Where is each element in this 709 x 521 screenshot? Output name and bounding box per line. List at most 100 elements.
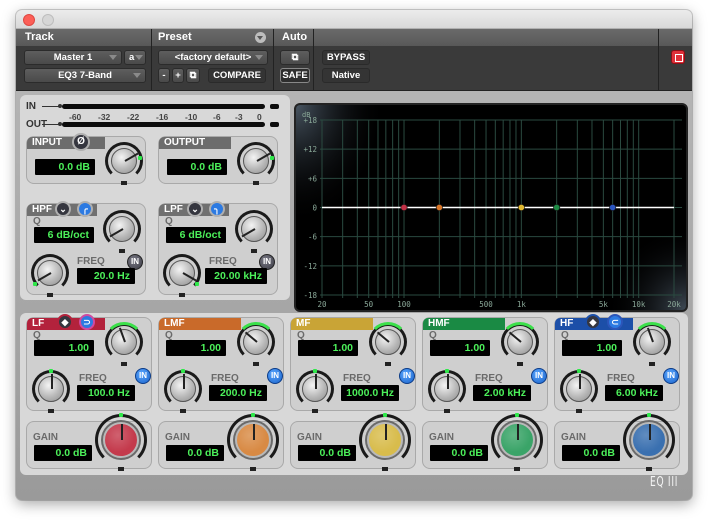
- lmf-freq-display[interactable]: 200.0 Hz: [209, 385, 267, 401]
- band-node-lmf[interactable]: [435, 204, 443, 212]
- hf-q-knob[interactable]: [632, 322, 672, 366]
- hmf-gain-display[interactable]: 0.0 dB: [430, 445, 488, 461]
- lowpass-shape-button[interactable]: ╮: [209, 201, 225, 217]
- notch-icon: ⌄: [59, 204, 67, 214]
- input-gain-knob[interactable]: [105, 142, 143, 185]
- output-clip-indicator[interactable]: [270, 122, 279, 127]
- output-gain-knob[interactable]: [237, 142, 275, 185]
- lf-freq-knob[interactable]: [32, 369, 70, 413]
- automation-button[interactable]: ⧉: [280, 50, 310, 65]
- hf-in-button[interactable]: IN: [663, 368, 679, 384]
- hpf-slope-knob[interactable]: [103, 210, 141, 253]
- lmf-gain-knob[interactable]: [227, 413, 279, 471]
- notch-shape-button[interactable]: ⌄: [187, 201, 203, 217]
- next-preset-button[interactable]: +: [172, 68, 184, 83]
- mf-gain-display[interactable]: 0.0 dB: [298, 445, 356, 461]
- knob-pointer: [447, 373, 449, 389]
- lf-gain-section: GAIN 0.0 dB: [26, 413, 152, 471]
- band-node-mf[interactable]: [517, 204, 525, 212]
- mf-q-display[interactable]: 1.00: [298, 340, 358, 356]
- hf-gain-display[interactable]: 0.0 dB: [562, 445, 620, 461]
- meter-tick: -60: [69, 112, 82, 122]
- input-clip-indicator[interactable]: [270, 104, 279, 109]
- preset-selector[interactable]: <factory default>: [158, 50, 268, 65]
- hf-freq-display[interactable]: 6.00 kHz: [605, 385, 663, 401]
- close-window-button[interactable]: [23, 14, 35, 26]
- lmf-q-display[interactable]: 1.00: [166, 340, 226, 356]
- lf-q-display[interactable]: 1.00: [34, 340, 94, 356]
- knob-led: [119, 413, 123, 417]
- lf-q-knob[interactable]: [104, 322, 144, 366]
- eq-graph[interactable]: dB +18 +12 +6 0 -6 -12 -18 20 50 100 500 1k 5k 10k 20k: [294, 103, 688, 312]
- hpf-slope-display[interactable]: 6 dB/oct: [34, 227, 94, 243]
- knob-foot: [646, 467, 652, 471]
- lf-freq-display[interactable]: 100.0 Hz: [77, 385, 135, 401]
- hf-freq-knob[interactable]: [560, 369, 598, 413]
- compare-button[interactable]: COMPARE: [208, 68, 266, 83]
- hmf-freq-knob[interactable]: [428, 369, 466, 413]
- track-selector[interactable]: Master 1: [24, 50, 122, 65]
- highpass-shape-button[interactable]: ╭: [77, 201, 93, 217]
- hmf-q-display[interactable]: 1.00: [430, 340, 490, 356]
- hf-q-display[interactable]: 1.00: [562, 340, 622, 356]
- lf-in-button[interactable]: IN: [135, 368, 151, 384]
- lpf-slope-display[interactable]: 6 dB/oct: [166, 227, 226, 243]
- previous-preset-button[interactable]: -: [158, 68, 170, 83]
- track-slot-selector[interactable]: a: [124, 50, 146, 65]
- knob-foot: [47, 293, 53, 297]
- hmf-freq-display[interactable]: 2.00 kHz: [473, 385, 531, 401]
- band-node-hf[interactable]: [609, 204, 617, 212]
- band-node-lf[interactable]: [400, 204, 408, 212]
- shelf-shape-button[interactable]: ⊃: [79, 314, 95, 330]
- mf-in-button[interactable]: IN: [399, 368, 415, 384]
- peak-icon: ◆: [61, 317, 69, 327]
- hmf-in-button[interactable]: IN: [531, 368, 547, 384]
- safe-button[interactable]: SAFE: [280, 68, 310, 83]
- lpf-freq-display[interactable]: 20.00 kHz: [205, 268, 267, 284]
- preset-menu-button[interactable]: [255, 32, 266, 43]
- band-node-hmf[interactable]: [553, 204, 561, 212]
- input-gain-display[interactable]: 0.0 dB: [35, 159, 95, 175]
- native-indicator[interactable]: Native: [322, 68, 370, 83]
- lmf-in-button[interactable]: IN: [267, 368, 283, 384]
- target-button[interactable]: [671, 50, 685, 64]
- lmf-gain-display[interactable]: 0.0 dB: [166, 445, 224, 461]
- notch-shape-button[interactable]: ⌄: [55, 201, 71, 217]
- copy-settings-button[interactable]: ⧉: [186, 68, 200, 83]
- chevron-down-icon: [109, 55, 117, 60]
- hpf-freq-display[interactable]: 20.0 Hz: [77, 268, 135, 284]
- eq-curve-plot[interactable]: dB+18+12+60-6-12-1820 50 100 500 1k 5k 10k 20k: [296, 105, 686, 310]
- hmf-gain-knob[interactable]: [491, 413, 543, 471]
- mf-gain-knob[interactable]: [359, 413, 411, 471]
- y-axis-tick-label: 0: [312, 204, 317, 213]
- y-axis-tick-label: -6: [308, 233, 318, 242]
- hf-gain-knob[interactable]: [623, 413, 675, 471]
- hmf-freq-label: FREQ: [475, 373, 503, 384]
- phase-invert-button[interactable]: Ø: [72, 133, 90, 151]
- lmf-freq-knob[interactable]: [164, 369, 202, 413]
- mf-freq-display[interactable]: 1000.0 Hz: [341, 385, 399, 401]
- mf-q-knob[interactable]: [368, 322, 408, 366]
- knob-led: [49, 369, 53, 373]
- mf-freq-knob[interactable]: [296, 369, 334, 413]
- lpf-slope-knob[interactable]: [235, 210, 273, 253]
- plugin-selector[interactable]: EQ3 7-Band: [24, 68, 146, 83]
- minimize-window-button[interactable]: [42, 14, 54, 26]
- peak-shape-button[interactable]: ◆: [585, 314, 601, 330]
- hpf-freq-knob[interactable]: [31, 254, 69, 297]
- lf-gain-knob[interactable]: [95, 413, 147, 471]
- peak-shape-button[interactable]: ◆: [57, 314, 73, 330]
- knob-led: [138, 156, 142, 160]
- shelf-shape-button[interactable]: ⊂: [607, 314, 623, 330]
- lpf-freq-knob[interactable]: [163, 254, 201, 297]
- bypass-button[interactable]: BYPASS: [322, 50, 370, 65]
- output-gain-display[interactable]: 0.0 dB: [167, 159, 227, 175]
- knob-foot: [382, 467, 388, 471]
- x-axis-tick-label: 10k: [632, 300, 646, 309]
- track-label: Track: [25, 31, 54, 43]
- x-axis-tick-label: 500: [479, 300, 493, 309]
- lf-gain-display[interactable]: 0.0 dB: [34, 445, 92, 461]
- track-name: Master 1: [53, 52, 93, 63]
- lmf-q-knob[interactable]: [236, 322, 276, 366]
- hmf-q-knob[interactable]: [500, 322, 540, 366]
